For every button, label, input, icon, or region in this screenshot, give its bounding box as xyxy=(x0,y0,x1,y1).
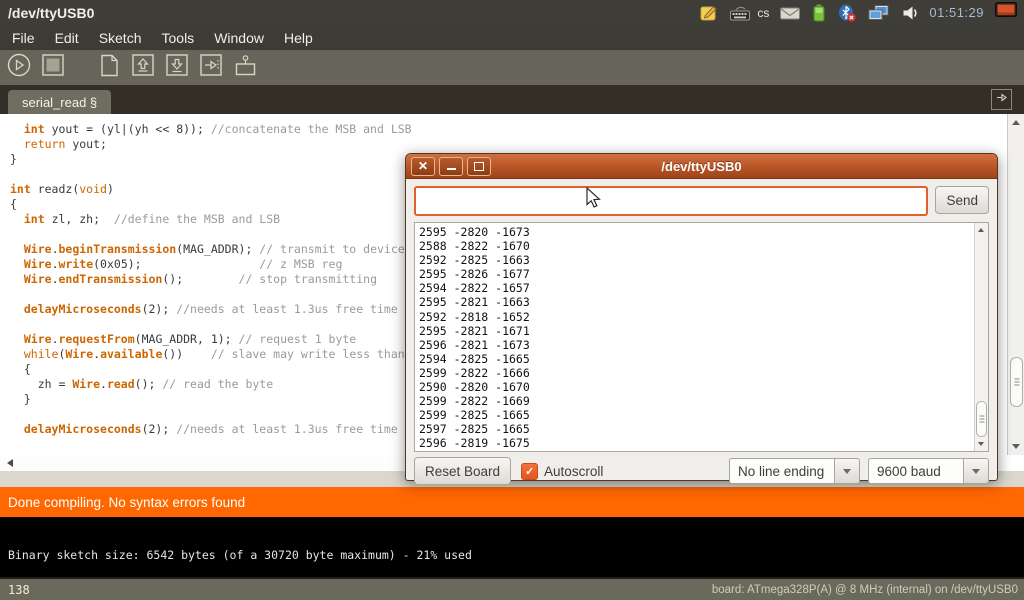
baud-rate-value[interactable]: 9600 baud xyxy=(868,458,963,484)
new-sketch-button[interactable] xyxy=(95,54,123,82)
save-button[interactable] xyxy=(163,54,191,82)
maximize-icon xyxy=(474,162,484,171)
serial-output-area[interactable]: 2595 -2820 -1673 2588 -2822 -1670 2592 -… xyxy=(414,222,989,452)
line-ending-dropdown[interactable]: No line ending xyxy=(729,458,860,484)
scroll-up-icon[interactable] xyxy=(978,228,984,232)
check-icon: ✓ xyxy=(525,465,534,478)
serial-monitor-title: /dev/ttyUSB0 xyxy=(406,159,997,174)
new-tab-arrow-icon xyxy=(995,91,1008,109)
note-icon[interactable] xyxy=(699,3,719,23)
menu-bar: FileEditSketchToolsWindowHelp xyxy=(0,25,1024,50)
minimize-button[interactable] xyxy=(439,157,463,176)
line-ending-value[interactable]: No line ending xyxy=(729,458,834,484)
code-line: return yout; xyxy=(10,137,1000,152)
scroll-up-icon[interactable] xyxy=(1012,120,1020,125)
clock[interactable]: 01:51:29 xyxy=(929,5,984,20)
serial-scrollbar[interactable] xyxy=(974,223,988,451)
maximize-button[interactable] xyxy=(467,157,491,176)
stop-icon xyxy=(40,52,67,84)
chevron-down-icon xyxy=(843,469,851,474)
stop-button[interactable] xyxy=(39,54,67,82)
serial-monitor-button[interactable] xyxy=(231,54,259,82)
open-button[interactable] xyxy=(129,54,157,82)
new-tab-button[interactable] xyxy=(991,89,1012,110)
tab-bar: serial_read § xyxy=(0,85,1024,114)
keyboard-layout-label: cs xyxy=(757,6,769,20)
upload-button[interactable] xyxy=(197,54,225,82)
serial-output-text: 2595 -2820 -1673 2588 -2822 -1670 2592 -… xyxy=(415,223,988,451)
line-number-indicator: 138 xyxy=(0,583,712,597)
mail-icon[interactable] xyxy=(779,3,801,23)
keyboard-icon[interactable] xyxy=(729,3,751,23)
scroll-down-icon[interactable] xyxy=(978,442,984,446)
dropdown-arrow-button[interactable] xyxy=(963,458,989,484)
volume-icon[interactable] xyxy=(901,3,919,23)
system-tray: cs 01:51:29 xyxy=(699,0,1024,25)
chevron-down-icon xyxy=(972,469,980,474)
console-output: Binary sketch size: 6542 bytes (of a 307… xyxy=(0,517,1024,577)
upload-icon xyxy=(198,52,225,84)
compile-status-text: Done compiling. No syntax errors found xyxy=(8,495,245,510)
serial-input[interactable] xyxy=(414,186,928,216)
bluetooth-icon[interactable] xyxy=(837,3,857,23)
menu-help[interactable]: Help xyxy=(274,27,323,49)
tray-icon-group: cs xyxy=(699,3,919,23)
new-sketch-icon xyxy=(96,52,123,84)
scroll-down-icon[interactable] xyxy=(1012,444,1020,449)
dropdown-arrow-button[interactable] xyxy=(834,458,860,484)
verify-icon xyxy=(6,52,33,84)
open-icon xyxy=(130,52,157,84)
board-info: board: ATmega328P(A) @ 8 MHz (internal) … xyxy=(712,584,1024,596)
close-icon: ✕ xyxy=(418,160,428,172)
console-text: Binary sketch size: 6542 bytes (of a 307… xyxy=(8,548,472,562)
send-button[interactable]: Send xyxy=(935,186,989,214)
window-title: /dev/ttyUSB0 xyxy=(0,5,699,21)
menu-tools[interactable]: Tools xyxy=(152,27,205,49)
save-icon xyxy=(164,52,191,84)
verify-button[interactable] xyxy=(5,54,33,82)
toolbar xyxy=(0,50,1024,85)
network-icon[interactable] xyxy=(867,3,891,23)
minimize-icon xyxy=(447,168,456,170)
menu-edit[interactable]: Edit xyxy=(45,27,89,49)
serial-monitor-icon xyxy=(232,52,259,84)
serial-monitor-body: Send 2595 -2820 -1673 2588 -2822 -1670 2… xyxy=(406,179,997,491)
session-icon[interactable] xyxy=(994,0,1018,20)
close-button[interactable]: ✕ xyxy=(411,157,435,176)
serial-monitor-window: ✕ /dev/ttyUSB0 Send 2595 -2820 -1673 258… xyxy=(405,153,998,481)
baud-rate-dropdown[interactable]: 9600 baud xyxy=(868,458,989,484)
autoscroll-checkbox[interactable]: ✓ xyxy=(521,463,538,480)
window-controls: ✕ xyxy=(406,157,491,176)
scrollbar-thumb[interactable] xyxy=(1010,357,1023,407)
session-menu[interactable] xyxy=(994,0,1018,25)
menu-file[interactable]: File xyxy=(2,27,45,49)
compile-status-bar: Done compiling. No syntax errors found xyxy=(0,487,1024,517)
scroll-left-icon[interactable] xyxy=(7,459,13,467)
menu-sketch[interactable]: Sketch xyxy=(89,27,152,49)
serial-monitor-titlebar[interactable]: ✕ /dev/ttyUSB0 xyxy=(406,154,997,179)
autoscroll-label: Autoscroll xyxy=(544,464,603,479)
editor-vertical-scrollbar[interactable] xyxy=(1007,114,1024,455)
code-line: int yout = (yl|(yh << 8)); //concatenate… xyxy=(10,122,1000,137)
reset-board-button[interactable]: Reset Board xyxy=(414,457,511,485)
tab-serial-read[interactable]: serial_read § xyxy=(8,90,111,114)
scrollbar-thumb[interactable] xyxy=(976,401,987,437)
battery-icon[interactable] xyxy=(811,3,827,23)
status-bar: 138 board: ATmega328P(A) @ 8 MHz (intern… xyxy=(0,577,1024,600)
menu-window[interactable]: Window xyxy=(204,27,274,49)
top-panel: /dev/ttyUSB0 cs 01:51:29 xyxy=(0,0,1024,25)
arduino-ide-screen: /dev/ttyUSB0 cs 01:51:29 FileEditSketchT… xyxy=(0,0,1024,600)
